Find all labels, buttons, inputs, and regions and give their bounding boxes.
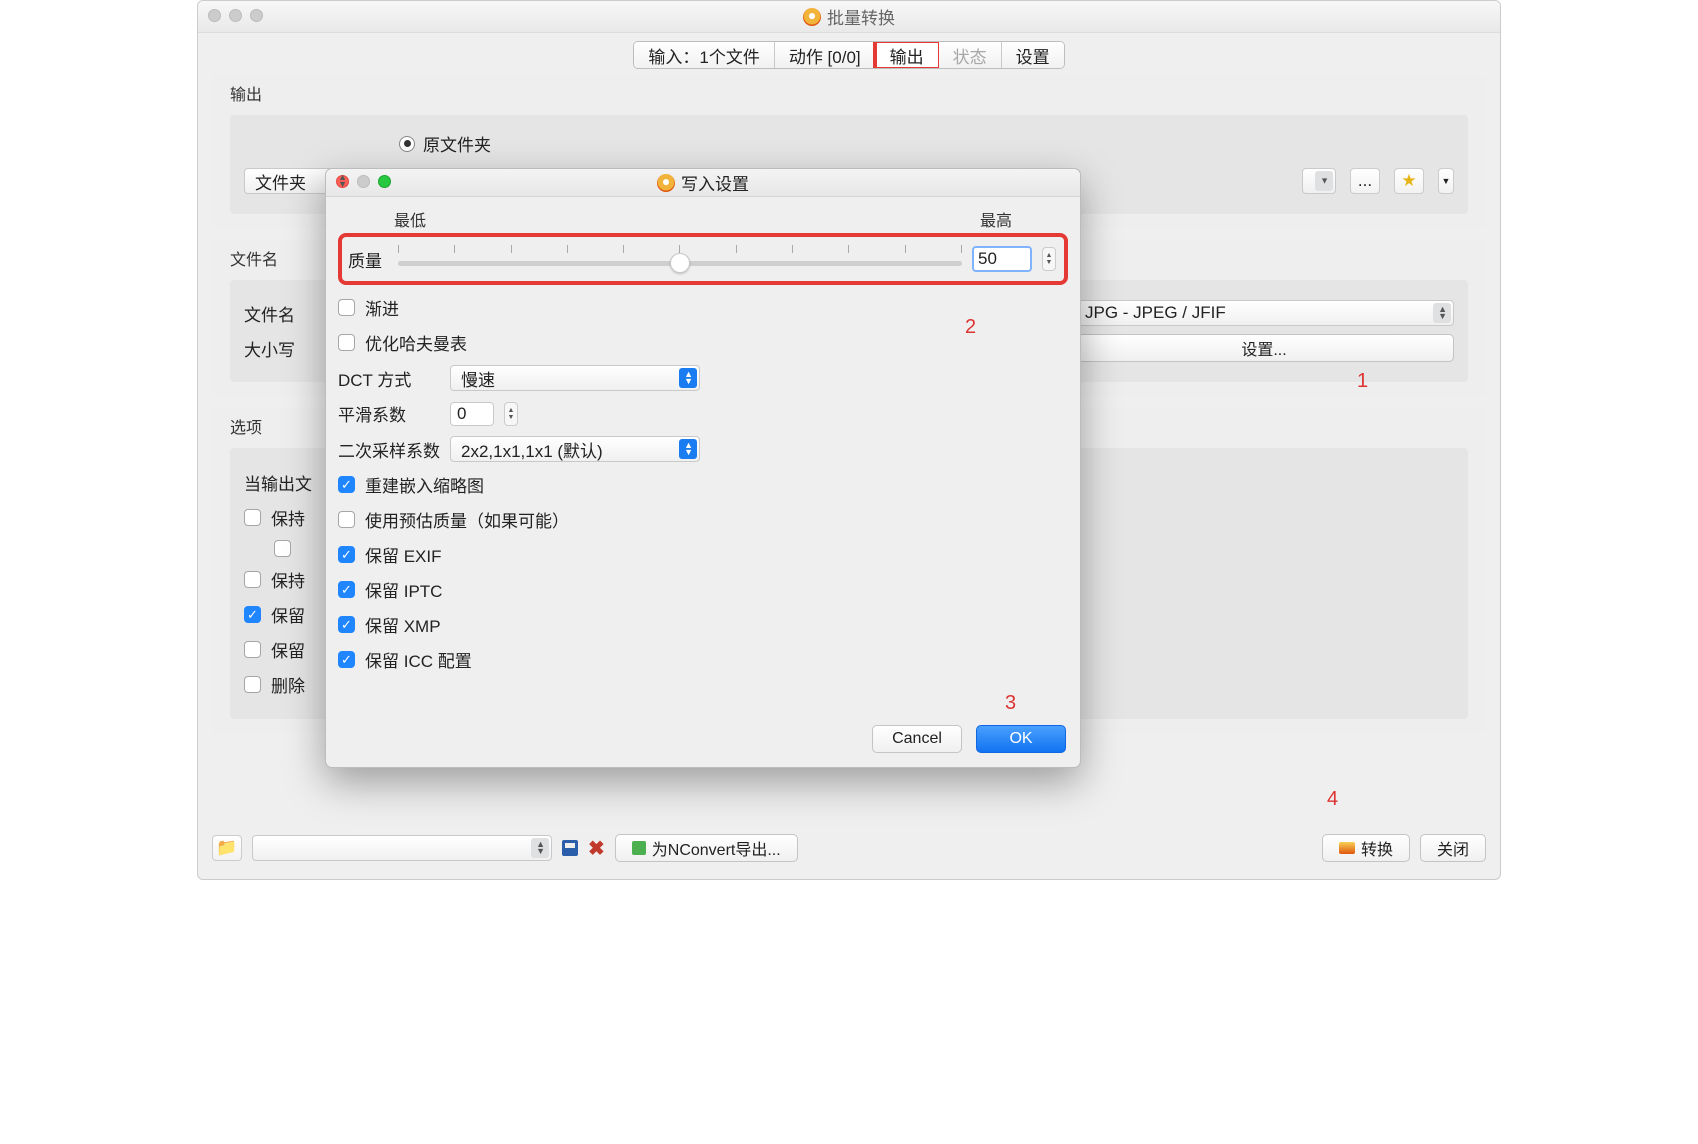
format-settings-button[interactable]: 设置... [1074,334,1454,362]
format-select[interactable]: JPG - JPEG / JFIF▲▼ [1074,300,1454,326]
quality-label: 质量 [348,247,388,272]
quality-stepper[interactable]: ▲▼ [1042,247,1056,271]
ok-button[interactable]: OK [976,725,1066,753]
chk-keep4[interactable] [244,641,261,658]
tab-settings[interactable]: 设置 [1002,42,1064,68]
chk-rebuild-thumb[interactable] [338,476,355,493]
convert-button[interactable]: 转换 [1322,834,1410,862]
minimize-dot-icon[interactable] [229,9,242,22]
chk-keep-xmp[interactable] [338,616,355,633]
dialog-app-icon [657,174,675,192]
close-button[interactable]: 关闭 [1420,834,1486,862]
quality-row: 质量 50 ▲▼ [338,233,1068,285]
dialog-minimize-dot-icon [357,175,370,188]
chk-keep-icc[interactable] [338,651,355,668]
subsample-label: 二次采样系数 [338,437,440,462]
smooth-label: 平滑系数 [338,401,440,426]
cancel-button[interactable]: Cancel [872,725,962,753]
main-tabs: 输入：1个文件 动作 [0/0] 输出 状态 设置 [633,41,1064,69]
quality-low-label: 最低 [394,207,426,231]
chk-huffman[interactable] [338,334,355,351]
tab-output[interactable]: 输出 [876,42,939,68]
annotation-2: 2 [965,316,976,339]
main-title: 批量转换 [827,4,895,29]
browse-button[interactable]: ... [1350,168,1380,194]
dct-select[interactable]: 慢速▲▼ [450,365,700,391]
chk-keep1[interactable] [244,509,261,526]
annotation-1: 1 [1357,370,1368,393]
quality-high-label: 最高 [980,207,1012,231]
export-nconvert-button[interactable]: 为NConvert导出... [615,834,798,862]
annotation-3: 3 [1005,692,1016,715]
chk-keep-iptc[interactable] [338,581,355,598]
when-exists-label: 当输出文 [244,470,312,495]
radio-source-folder[interactable] [399,136,415,152]
write-settings-dialog: 写入设置 最低 最高 质量 50 ▲▼ 渐进 优化哈夫曼表 DCT 方式 [325,168,1081,768]
traffic-lights [208,9,263,22]
output-group-label: 输出 [230,75,1468,115]
preset-select[interactable]: ▲▼ [252,835,552,861]
tab-actions[interactable]: 动作 [0/0] [775,42,876,68]
chk-keep-sub[interactable] [274,540,291,557]
annotation-4: 4 [1327,788,1338,811]
subsample-select[interactable]: 2x2,1x1,1x1 (默认)▲▼ [450,436,700,462]
tab-status: 状态 [939,42,1002,68]
delete-icon[interactable]: ✖ [588,836,605,861]
chk-est-quality[interactable] [338,511,355,528]
dct-label: DCT 方式 [338,366,440,391]
main-titlebar: 批量转换 [198,1,1500,33]
chk-keep3[interactable] [244,606,261,623]
favorite-menu-button[interactable]: ▼ [1438,168,1454,194]
chk-progressive[interactable] [338,299,355,316]
chk-keep2[interactable] [244,571,261,588]
dialog-title: 写入设置 [681,170,749,195]
smooth-value-input[interactable]: 0 [450,402,494,426]
chk-delete[interactable] [244,676,261,693]
tab-input[interactable]: 输入：1个文件 [634,42,774,68]
close-dot-icon[interactable] [208,9,221,22]
save-icon[interactable] [562,840,578,856]
dialog-zoom-dot-icon[interactable] [378,175,391,188]
zoom-dot-icon[interactable] [250,9,263,22]
case-label: 大小写 [244,336,304,361]
app-icon [803,8,821,26]
radio-source-folder-label: 原文件夹 [423,131,491,156]
favorite-button[interactable]: ★ [1394,168,1424,194]
quality-value-input[interactable]: 50 [972,246,1032,272]
smooth-stepper[interactable]: ▲▼ [504,402,518,426]
chk-keep-exif[interactable] [338,546,355,563]
quality-slider[interactable] [398,245,962,273]
open-folder-button[interactable]: 📁 [212,835,242,861]
filename-label: 文件名 [244,301,304,326]
path-dropdown[interactable]: ▼ [1302,168,1336,194]
